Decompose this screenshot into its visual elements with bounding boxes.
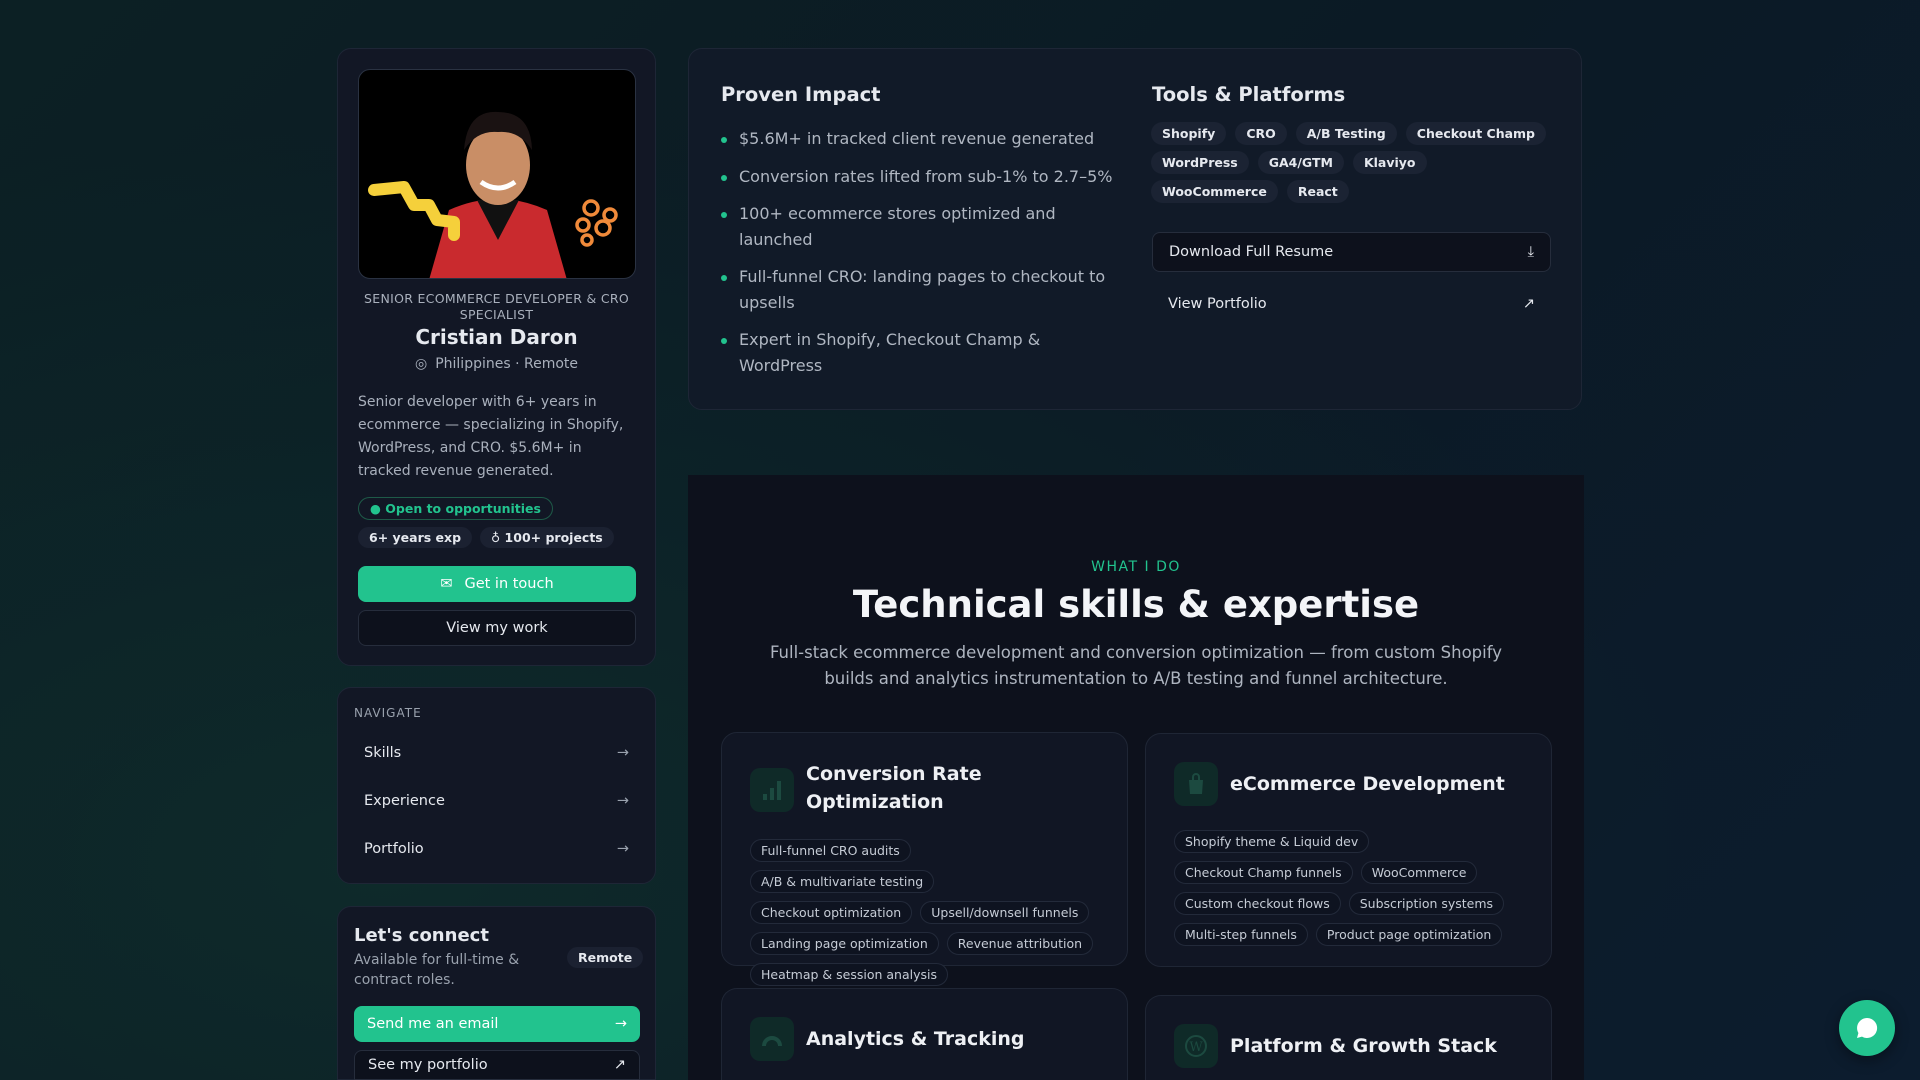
tool-tag: Shopify <box>1151 122 1227 145</box>
mail-icon: ✉ <box>440 576 453 592</box>
connect-title: Let's connect <box>354 925 489 946</box>
profile-name: Cristian Daron <box>415 325 578 349</box>
nav-item-portfolio[interactable]: Portfolio → <box>350 827 643 871</box>
profile-role: SENIOR ECOMMERCE DEVELOPER & CRO SPECIAL… <box>364 291 629 322</box>
profile-bio: Senior developer with 6+ years in ecomme… <box>358 394 624 479</box>
external-link-icon: ↗ <box>613 1057 626 1073</box>
chat-button[interactable] <box>1839 1000 1895 1056</box>
projects-text: 100+ projects <box>504 530 603 545</box>
connect-subtitle: Available for full-time & contract roles… <box>354 952 520 988</box>
skill-chip: WooCommerce <box>1360 861 1478 884</box>
arrow-right-icon: → <box>616 745 629 761</box>
shopify-bag-icon <box>1174 762 1218 806</box>
skill-chip: Checkout optimization <box>750 901 913 924</box>
tool-tag: Klaviyo <box>1352 151 1427 174</box>
skill-chip: Multi-step funnels <box>1174 923 1308 946</box>
skill-chip: Upsell/downsell funnels <box>920 901 1090 924</box>
external-link-icon: ↗ <box>1522 296 1535 312</box>
download-icon: ⤓ <box>1527 244 1534 260</box>
tool-tag: CRO <box>1235 122 1287 145</box>
skill-card-title: Platform & Growth Stack <box>1230 1035 1497 1057</box>
status-dot-icon: ● <box>370 501 386 516</box>
tool-tag: React <box>1286 180 1349 203</box>
skill-chip: Product page optimization <box>1315 923 1503 946</box>
tools-title: Tools & Platforms <box>1152 83 1346 106</box>
arrow-right-icon: → <box>614 1016 627 1032</box>
impact-item: 100+ ecommerce stores optimized and laun… <box>721 201 1111 253</box>
skills-description: Full-stack ecommerce development and con… <box>769 643 1503 688</box>
see-portfolio-button[interactable]: See my portfolio ↗ <box>354 1050 640 1080</box>
skill-chips: Full-funnel CRO audits A/B & multivariat… <box>750 839 1099 986</box>
see-portfolio-label: See my portfolio <box>368 1057 488 1073</box>
skill-card-title: eCommerce Development <box>1230 773 1505 795</box>
view-portfolio-label: View Portfolio <box>1168 296 1267 312</box>
skill-chip: Heatmap & session analysis <box>750 963 948 986</box>
profile-photo <box>358 69 636 279</box>
svg-text:W: W <box>1189 1040 1203 1055</box>
skill-chip: A/B & multivariate testing <box>750 870 935 893</box>
skill-chip: Full-funnel CRO audits <box>750 839 911 862</box>
impact-card: Proven Impact $5.6M+ in tracked client r… <box>688 48 1582 410</box>
navigate-card: NAVIGATE Skills → Experience → Portfolio → <box>337 687 656 884</box>
impact-item: $5.6M+ in tracked client revenue generat… <box>721 126 1111 152</box>
impact-item: Full-funnel CRO: landing pages to checko… <box>721 264 1111 316</box>
tool-tag: WordPress <box>1151 151 1249 174</box>
skill-card-title: Conversion Rate Optimization <box>806 763 982 813</box>
remote-badge: Remote <box>567 947 644 968</box>
tool-tag: A/B Testing <box>1295 122 1397 145</box>
navigate-label: NAVIGATE <box>354 706 422 720</box>
award-icon: ♁ <box>491 530 505 545</box>
skill-chip: Revenue attribution <box>946 932 1094 955</box>
get-in-touch-label: Get in touch <box>464 576 554 592</box>
skill-card-analytics: Analytics & Tracking <box>721 988 1128 1080</box>
nav-label: Experience <box>364 793 445 809</box>
skill-chip: Landing page optimization <box>750 932 939 955</box>
nav-item-experience[interactable]: Experience → <box>350 779 643 823</box>
arrow-right-icon: → <box>616 793 629 809</box>
status-badge: ● Open to opportunities <box>358 497 553 520</box>
profile-card: SENIOR ECOMMERCE DEVELOPER & CRO SPECIAL… <box>337 48 656 666</box>
status-text: Open to opportunities <box>385 501 541 516</box>
skill-card-ecommerce: eCommerce Development Shopify theme & Li… <box>1145 733 1552 967</box>
skill-chips: Shopify theme & Liquid dev Checkout Cham… <box>1174 830 1523 946</box>
profile-location: ◎ Philippines · Remote <box>338 356 655 372</box>
send-email-button[interactable]: Send me an email → <box>354 1006 640 1042</box>
tool-tag: Checkout Champ <box>1405 122 1546 145</box>
download-resume-label: Download Full Resume <box>1169 244 1334 260</box>
tools-tags: Shopify CRO A/B Testing Checkout Champ W… <box>1151 122 1551 203</box>
skill-chip: Checkout Champ funnels <box>1174 861 1353 884</box>
skill-chip: Shopify theme & Liquid dev <box>1174 830 1370 853</box>
nav-label: Skills <box>364 745 402 761</box>
tool-tag: WooCommerce <box>1151 180 1278 203</box>
send-email-label: Send me an email <box>367 1016 499 1032</box>
connect-card: Let's connect Available for full-time & … <box>337 906 656 1080</box>
chat-bubble-icon <box>1857 1017 1878 1038</box>
download-resume-button[interactable]: Download Full Resume ⤓ <box>1152 232 1551 272</box>
skill-card-platform: W Platform & Growth Stack <box>1145 995 1552 1080</box>
skill-chip: Custom checkout flows <box>1174 892 1341 915</box>
view-portfolio-link[interactable]: View Portfolio ↗ <box>1152 284 1551 324</box>
view-my-work-button[interactable]: View my work <box>358 610 636 646</box>
nav-item-skills[interactable]: Skills → <box>350 731 643 775</box>
arrow-right-icon: → <box>616 841 629 857</box>
location-text: Philippines · Remote <box>435 356 578 372</box>
skills-section: WHAT I DO Technical skills & expertise F… <box>688 475 1584 1080</box>
projects-badge: ♁ 100+ projects <box>480 527 614 548</box>
skills-eyebrow: WHAT I DO <box>1091 559 1181 575</box>
bar-chart-icon <box>750 768 794 812</box>
gauge-icon <box>750 1017 794 1061</box>
experience-badge: 6+ years exp <box>358 527 473 548</box>
nav-label: Portfolio <box>364 841 424 857</box>
impact-title: Proven Impact <box>721 83 881 106</box>
skill-chip: Subscription systems <box>1348 892 1505 915</box>
wordpress-icon: W <box>1174 1024 1218 1068</box>
get-in-touch-button[interactable]: ✉ Get in touch <box>358 566 636 602</box>
skills-title: Technical skills & expertise <box>852 583 1420 626</box>
impact-item: Expert in Shopify, Checkout Champ & Word… <box>721 327 1111 379</box>
impact-item: Conversion rates lifted from sub-1% to 2… <box>721 164 1141 190</box>
map-pin-icon: ◎ <box>414 356 428 372</box>
skill-card-title: Analytics & Tracking <box>806 1028 1025 1050</box>
tool-tag: GA4/GTM <box>1257 151 1344 174</box>
skill-card-cro: Conversion Rate Optimization Full-funnel… <box>721 732 1128 986</box>
